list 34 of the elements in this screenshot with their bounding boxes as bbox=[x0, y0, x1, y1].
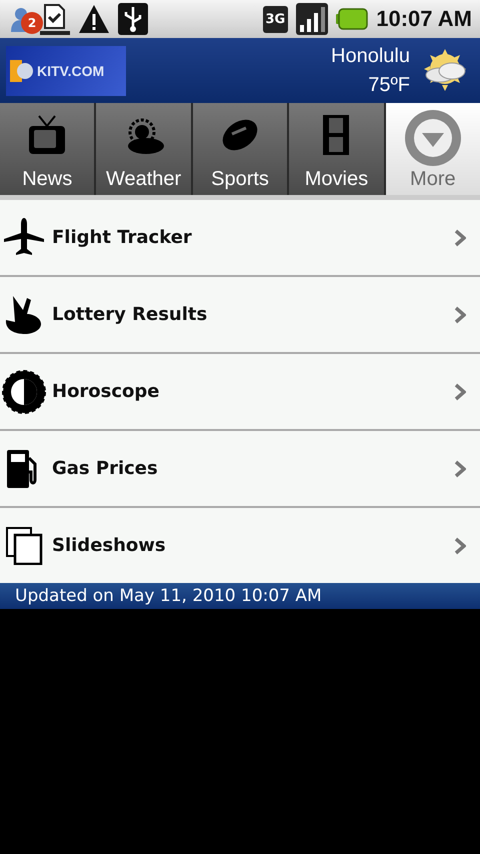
chevron-icon bbox=[454, 306, 466, 324]
update-time: Updated on May 11, 2010 10:07 AM bbox=[15, 586, 322, 606]
chevron-icon bbox=[454, 536, 466, 554]
menu-label: Horoscope bbox=[52, 381, 161, 402]
dropdown-icon bbox=[404, 109, 462, 167]
logo-banner[interactable]: KITV.COM bbox=[6, 46, 126, 96]
chevron-icon bbox=[454, 460, 466, 478]
signal-icon bbox=[296, 3, 328, 35]
clock-time: 10:07 AM bbox=[376, 6, 472, 32]
nav-tab[interactable]: More bbox=[386, 103, 480, 195]
temperature: 75ºF bbox=[368, 74, 410, 96]
menu-label: Lottery Results bbox=[52, 304, 208, 325]
chevron-icon bbox=[454, 382, 466, 400]
battery-icon bbox=[336, 8, 368, 30]
nav-tab[interactable]: Sports bbox=[192, 103, 288, 195]
city-name: Honolulu bbox=[331, 44, 410, 68]
menu-label: Flight Tracker bbox=[52, 227, 193, 248]
nav-tab[interactable]: Weather bbox=[96, 103, 191, 195]
menu-item[interactable]: Gas Prices bbox=[0, 431, 480, 508]
menu-item[interactable]: Horoscope bbox=[0, 354, 480, 431]
chevron-icon bbox=[454, 228, 466, 246]
download-done-icon bbox=[40, 3, 70, 35]
notification-badge: 2 bbox=[21, 12, 43, 34]
nav-tab[interactable]: Movies bbox=[289, 103, 384, 195]
nav-tab[interactable]: News bbox=[0, 103, 94, 195]
network-type: 3G bbox=[262, 6, 288, 32]
menu-item[interactable]: Flight Tracker bbox=[0, 200, 480, 277]
menu-label: Gas Prices bbox=[52, 458, 159, 479]
menu-label: Slideshows bbox=[52, 535, 167, 556]
menu-item[interactable]: Slideshows bbox=[0, 508, 480, 583]
usb-icon bbox=[118, 3, 148, 35]
logo-text: KITV.COM bbox=[37, 62, 104, 78]
menu-item[interactable]: Lottery Results bbox=[0, 277, 480, 354]
warning-icon bbox=[78, 4, 110, 34]
